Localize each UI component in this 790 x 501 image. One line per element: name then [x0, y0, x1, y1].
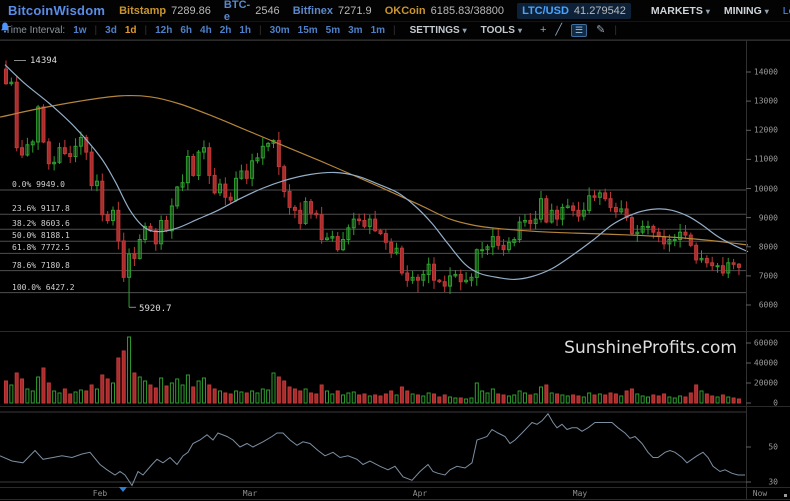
month-label-may: May [572, 489, 588, 498]
rsi-layer [0, 412, 745, 487]
swing-high-label: 14394 [30, 55, 58, 66]
volume-axis-tick: 0 [773, 398, 778, 408]
fib-level-label: 78.6% 7180.8 [12, 260, 70, 270]
grid-layer [0, 189, 746, 483]
month-label-now: Now [752, 489, 768, 498]
resize-handle[interactable] [784, 494, 787, 497]
volume-axis-tick: 40000 [753, 358, 778, 368]
fib-level-label: 23.6% 9117.8 [12, 204, 70, 214]
axis-layer [0, 40, 790, 500]
price-axis-tick: 8000 [758, 242, 778, 252]
price-axis-tick: 11000 [753, 154, 778, 164]
month-label-apr: Apr [412, 489, 428, 498]
fib-level-label: 50.0% 8188.1 [12, 231, 70, 241]
price-axis-tick: 13000 [753, 96, 778, 106]
price-axis-tick: 12000 [753, 125, 778, 135]
price-axis-tick: 14000 [753, 67, 778, 77]
rsi-axis-tick: 50 [768, 442, 778, 452]
price-axis-tick: 10000 [753, 184, 778, 193]
month-label-mar: Mar [242, 489, 258, 498]
rsi-axis-tick: 30 [768, 477, 778, 487]
swing-low-label: 5920.7 [139, 304, 172, 315]
volume-axis-tick: 60000 [753, 338, 778, 348]
volume-axis-tick: 20000 [753, 378, 778, 388]
fib-level-label: 61.8% 7772.5 [12, 243, 70, 253]
fib-level-label: 38.2% 8603.6 [12, 219, 70, 229]
fib-level-label: 100.0% 6427.2 [12, 282, 75, 292]
time-marker-icon [119, 487, 127, 492]
fib-level-label: 0.0% 9949.0 [12, 179, 65, 189]
price-axis-tick: 7000 [758, 271, 778, 281]
chart-canvas[interactable] [0, 0, 790, 501]
price-axis-tick: 9000 [758, 213, 778, 223]
bitcoinwisdom-app: BitcoinWisdom Bitstamp 7289.86 BTC-e 2546 Bi… [0, 0, 790, 501]
watermark: SunshineProfits.com [564, 338, 737, 358]
moving-average-layer [0, 64, 749, 281]
price-axis-tick: 6000 [758, 300, 778, 310]
month-label-feb: Feb [92, 489, 108, 498]
